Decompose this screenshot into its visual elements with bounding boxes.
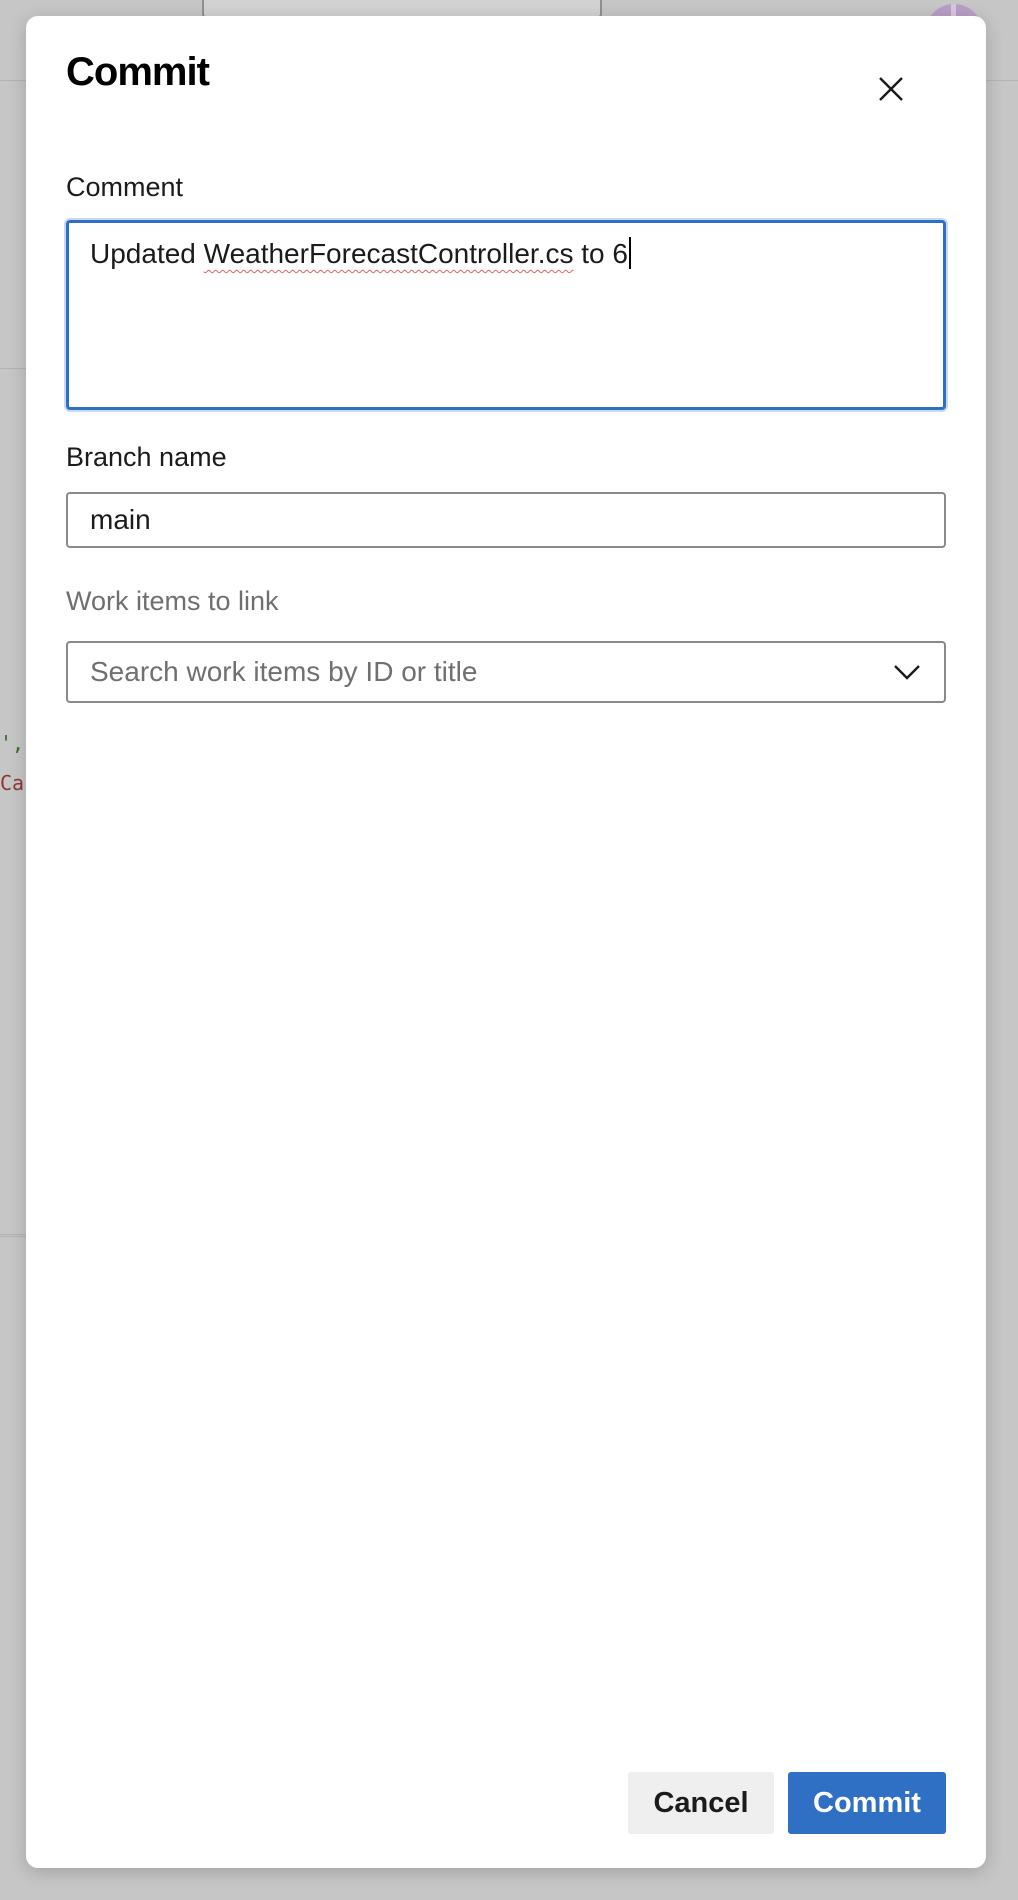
comment-text-prefix: Updated (90, 238, 204, 269)
close-button[interactable] (868, 66, 914, 112)
text-caret (628, 237, 631, 269)
comment-textarea[interactable]: Updated WeatherForecastController.cs to … (66, 220, 946, 410)
commit-dialog: Commit Comment Updated WeatherForecastCo… (26, 16, 986, 1868)
commit-button[interactable]: Commit (788, 1772, 946, 1834)
close-icon (879, 77, 903, 101)
cancel-button[interactable]: Cancel (628, 1772, 774, 1834)
work-items-dropdown[interactable]: Search work items by ID or title (66, 641, 946, 703)
background-code-line: Ca (0, 771, 25, 795)
background-code-line: ', (0, 731, 25, 755)
comment-label: Comment (66, 172, 184, 202)
work-items-label: Work items to link (66, 586, 279, 616)
comment-text-misspelled: WeatherForecastController.cs (203, 238, 574, 269)
comment-text-suffix: to 6 (573, 238, 628, 269)
work-items-placeholder: Search work items by ID or title (90, 656, 478, 687)
branch-name-label: Branch name (66, 442, 227, 472)
dialog-title: Commit (66, 50, 210, 94)
branch-name-input[interactable] (66, 492, 946, 548)
chevron-down-icon (892, 662, 922, 682)
